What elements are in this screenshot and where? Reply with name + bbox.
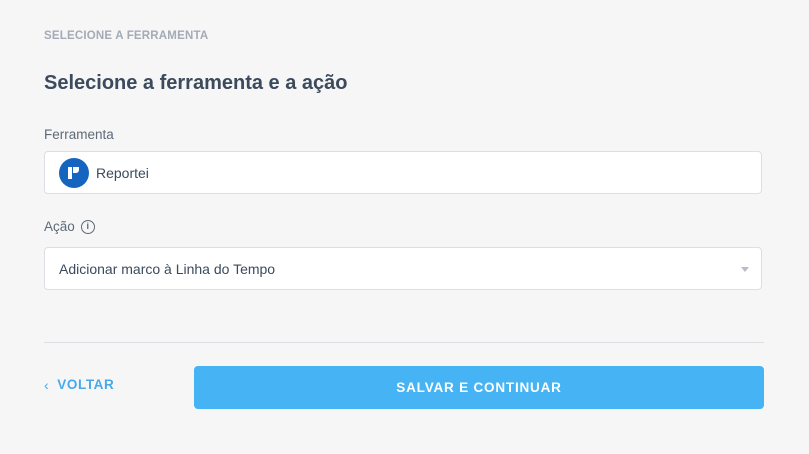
action-label-text: Ação (44, 219, 75, 234)
divider (44, 342, 764, 343)
tool-field-label: Ferramenta (44, 127, 114, 142)
page-title: Selecione a ferramenta e a ação (44, 72, 348, 94)
reportei-logo-glyph (68, 166, 79, 179)
back-button-label: VOLTAR (57, 377, 115, 392)
step-label: SELECIONE A FERRAMENTA (44, 30, 209, 42)
action-select-value: Adicionar marco à Linha do Tempo (59, 260, 276, 277)
tool-name: Reportei (96, 164, 149, 181)
action-field-label: Ação i (44, 219, 95, 234)
tool-field[interactable]: Reportei (44, 151, 762, 194)
chevron-down-icon[interactable] (741, 267, 749, 272)
tool-label-text: Ferramenta (44, 127, 114, 142)
save-continue-label: SALVAR E CONTINUAR (396, 380, 562, 395)
back-button[interactable]: ‹ VOLTAR (44, 377, 114, 392)
save-continue-button[interactable]: SALVAR E CONTINUAR (194, 366, 764, 409)
chevron-left-icon: ‹ (44, 376, 50, 393)
reportei-logo-icon (59, 157, 89, 188)
info-icon[interactable]: i (80, 219, 95, 234)
action-select[interactable]: Adicionar marco à Linha do Tempo (44, 247, 762, 290)
